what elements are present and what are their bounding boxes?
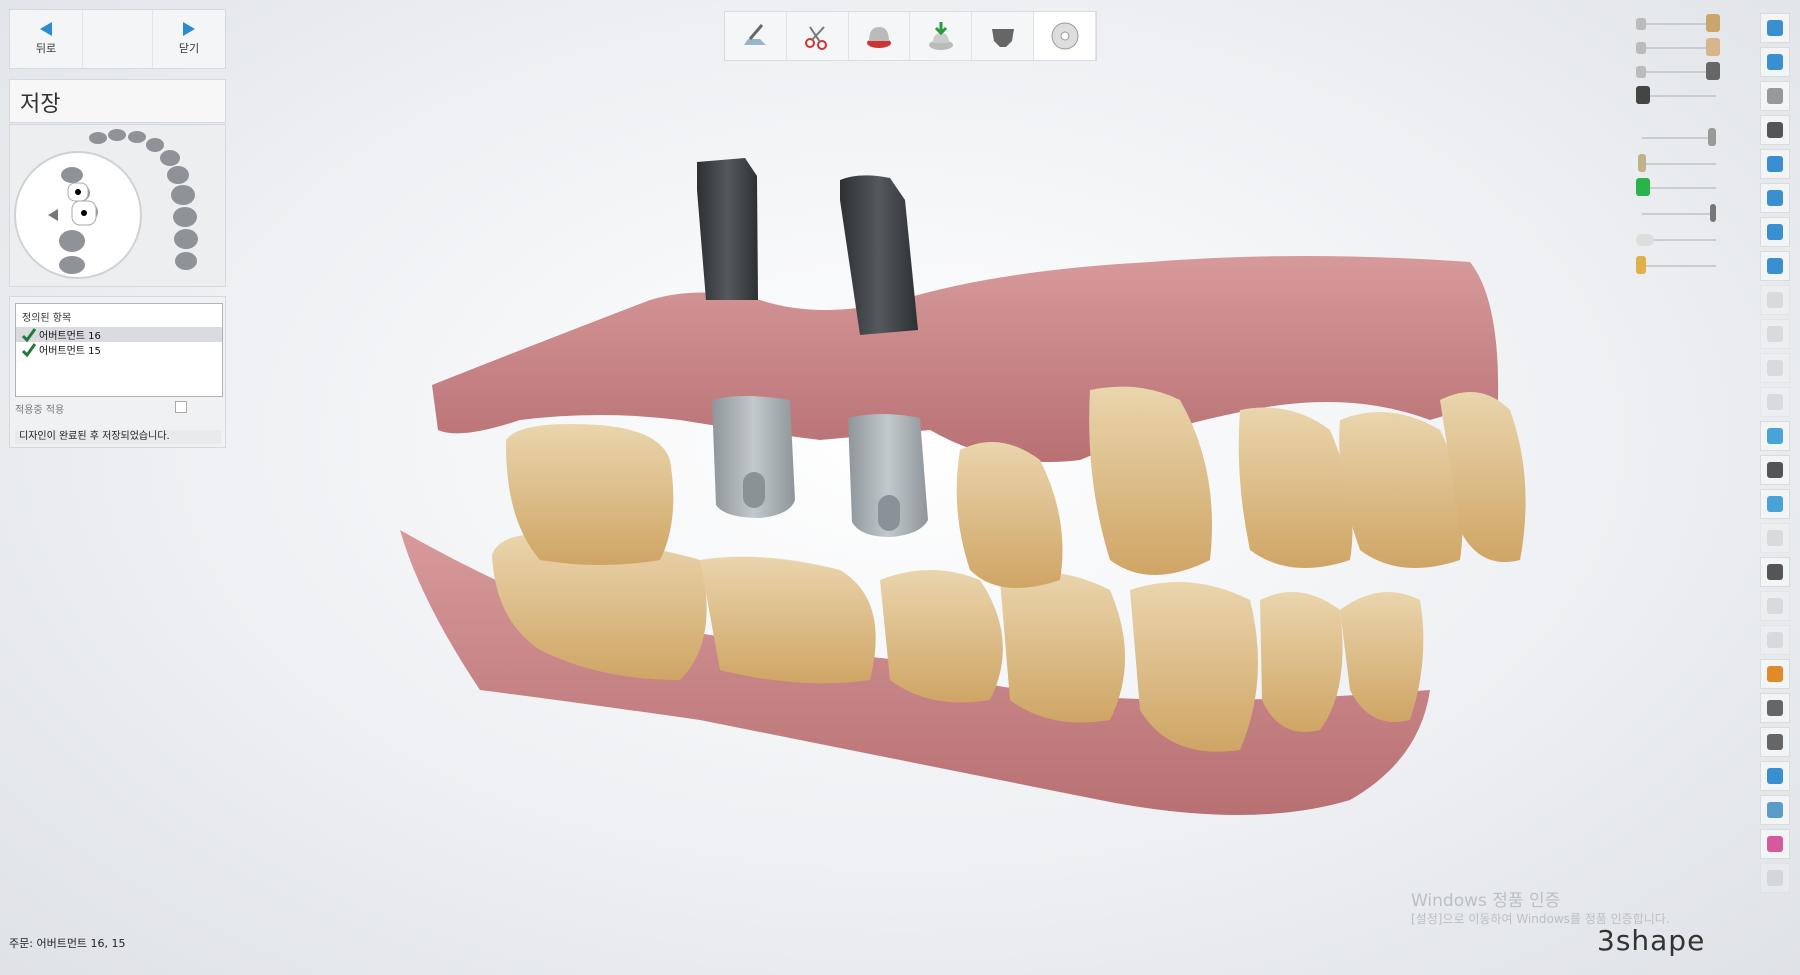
cap-icon (1636, 234, 1654, 246)
tool-button-camera-disabled[interactable] (1760, 625, 1790, 655)
cube-front-icon (1767, 156, 1783, 172)
tool-button-cube-front[interactable] (1760, 149, 1790, 179)
camera-disabled-icon (1767, 632, 1783, 648)
post-icon (1638, 154, 1646, 172)
cube-side-icon (1767, 190, 1783, 206)
tool-button-mountain[interactable] (1760, 421, 1790, 451)
slider-green-abutment[interactable] (1636, 178, 1726, 198)
tool-button-az-disabled[interactable] (1760, 863, 1790, 893)
tool-button-stack[interactable] (1760, 795, 1790, 825)
graduate-icon (1767, 122, 1783, 138)
tool-button-color-ball[interactable] (1760, 659, 1790, 689)
measure-icon (1767, 768, 1783, 784)
axis-icon (1767, 734, 1783, 750)
implant-icon (1636, 86, 1650, 104)
brand-logo: 3shape (1597, 924, 1706, 957)
view-icon (1767, 88, 1783, 104)
slider-brush[interactable] (1636, 256, 1726, 276)
tool-button-box-disabled[interactable] (1760, 591, 1790, 621)
stack-icon (1767, 802, 1783, 818)
pin-icon (1710, 204, 1716, 222)
tool-button-cube-top[interactable] (1760, 217, 1790, 247)
slider-cap[interactable] (1636, 230, 1726, 250)
watermark-title: Windows 정품 인증 (1411, 891, 1561, 911)
slider-upper-crown[interactable] (1636, 14, 1726, 34)
order-info: 주문: 어버트먼트 16, 15 (9, 935, 126, 951)
mountain-icon (1767, 428, 1783, 444)
dental-3d-view[interactable] (0, 0, 1800, 975)
slider-screw[interactable] (1636, 128, 1726, 148)
warning-icon (1767, 564, 1783, 580)
tool-button-tooth-disabled[interactable] (1760, 523, 1790, 553)
tool-button-cube-side[interactable] (1760, 183, 1790, 213)
tool-button-graduate[interactable] (1760, 115, 1790, 145)
tool-button-rotate-disabled[interactable] (1760, 387, 1790, 417)
green-abutment-icon (1636, 178, 1650, 196)
tool-button-zoom-disabled[interactable] (1760, 353, 1790, 383)
upper-crown-icon (1706, 14, 1720, 32)
slider-gingiva[interactable] (1636, 62, 1726, 82)
tool-button-ruler[interactable] (1760, 455, 1790, 485)
order-value: 어버트먼트 16, 15 (36, 937, 126, 950)
cube-top-icon (1767, 224, 1783, 240)
zoom-disabled-icon (1767, 360, 1783, 376)
tool-button-warning[interactable] (1760, 557, 1790, 587)
gingiva-icon (1706, 62, 1720, 80)
box-disabled-icon (1767, 598, 1783, 614)
tool-button-edit2-disabled[interactable] (1760, 319, 1790, 349)
close-window-icon (1767, 20, 1783, 36)
slider-pin[interactable] (1636, 204, 1726, 224)
edit2-disabled-icon (1767, 326, 1783, 342)
tool-button-cube-bottom[interactable] (1760, 251, 1790, 281)
tool-button-edit-disabled[interactable] (1760, 285, 1790, 315)
lower-crown-icon (1706, 38, 1720, 56)
tool-button-axis[interactable] (1760, 727, 1790, 757)
ring-icon (1767, 496, 1783, 512)
slider-lower-crown[interactable] (1636, 38, 1726, 58)
edit-disabled-icon (1767, 292, 1783, 308)
slider-implant[interactable] (1636, 86, 1726, 106)
az-disabled-icon (1767, 870, 1783, 886)
tool-button-fullscreen[interactable] (1760, 47, 1790, 77)
shield-icon (1767, 700, 1783, 716)
color-wheel-icon (1767, 836, 1783, 852)
tool-button-view[interactable] (1760, 81, 1790, 111)
tool-button-color-wheel[interactable] (1760, 829, 1790, 859)
right-toolbar (1760, 13, 1790, 897)
screw-icon (1708, 128, 1716, 146)
rotate-disabled-icon (1767, 394, 1783, 410)
tool-button-ring[interactable] (1760, 489, 1790, 519)
tool-button-measure[interactable] (1760, 761, 1790, 791)
color-ball-icon (1767, 666, 1783, 682)
cube-bottom-icon (1767, 258, 1783, 274)
tool-button-shield[interactable] (1760, 693, 1790, 723)
slider-post[interactable] (1636, 154, 1726, 174)
tool-button-close-window[interactable] (1760, 13, 1790, 43)
order-label: 주문: (9, 937, 33, 950)
tooth-disabled-icon (1767, 530, 1783, 546)
ruler-icon (1767, 462, 1783, 478)
fullscreen-icon (1767, 54, 1783, 70)
brush-icon (1636, 256, 1646, 274)
